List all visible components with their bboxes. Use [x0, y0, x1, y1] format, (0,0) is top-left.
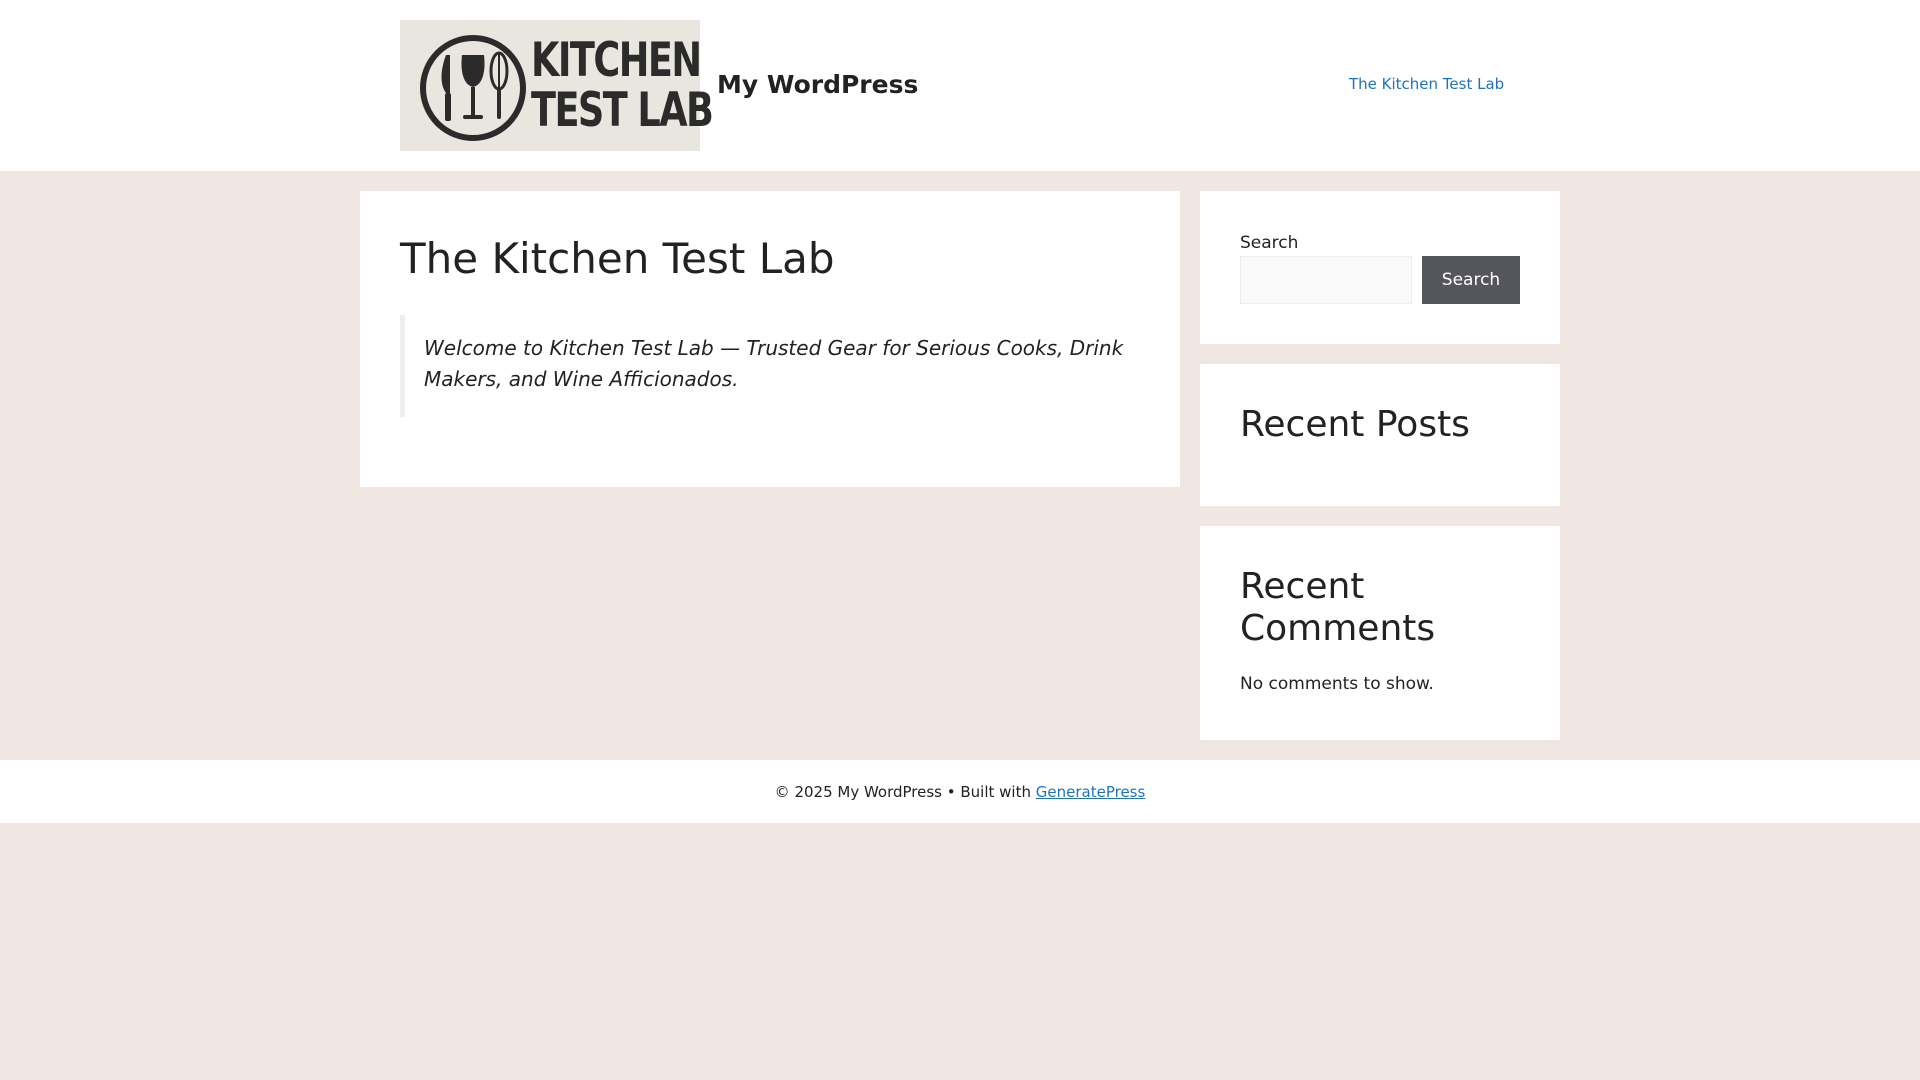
- search-button[interactable]: Search: [1422, 256, 1520, 304]
- recent-posts-widget: Recent Posts: [1200, 364, 1560, 506]
- footer-copyright: © 2025 My WordPress • Built with: [774, 782, 1036, 801]
- recent-comments-title: Recent Comments: [1240, 566, 1436, 649]
- site-footer: © 2025 My WordPress • Built with Generat…: [0, 760, 1920, 823]
- quote-text: Welcome to Kitchen Test Lab — Trusted Ge…: [424, 336, 1124, 391]
- search-widget: Search Search: [1200, 191, 1560, 344]
- no-comments-text: No comments to show.: [1240, 674, 1434, 694]
- logo-text: KITCHEN TEST LAB: [531, 33, 714, 138]
- search-label: Search: [1240, 233, 1299, 253]
- recent-posts-title: Recent Posts: [1240, 404, 1470, 445]
- generatepress-link[interactable]: GeneratePress: [1036, 783, 1146, 801]
- main-content: The Kitchen Test Lab Welcome to Kitchen …: [360, 191, 1180, 487]
- search-input[interactable]: [1240, 256, 1412, 304]
- site-logo[interactable]: KITCHEN TEST LAB: [400, 20, 714, 151]
- welcome-quote: Welcome to Kitchen Test Lab — Trusted Ge…: [400, 315, 1140, 417]
- page-title: The Kitchen Test Lab: [400, 234, 835, 283]
- kitchen-utensils-icon: [420, 35, 526, 141]
- recent-comments-widget: Recent Comments No comments to show.: [1200, 526, 1560, 740]
- site-title[interactable]: My WordPress: [717, 68, 918, 102]
- site-header: KITCHEN TEST LAB My WordPress The Kitche…: [0, 0, 1920, 171]
- nav-item-kitchen-test-lab[interactable]: The Kitchen Test Lab: [1349, 74, 1504, 94]
